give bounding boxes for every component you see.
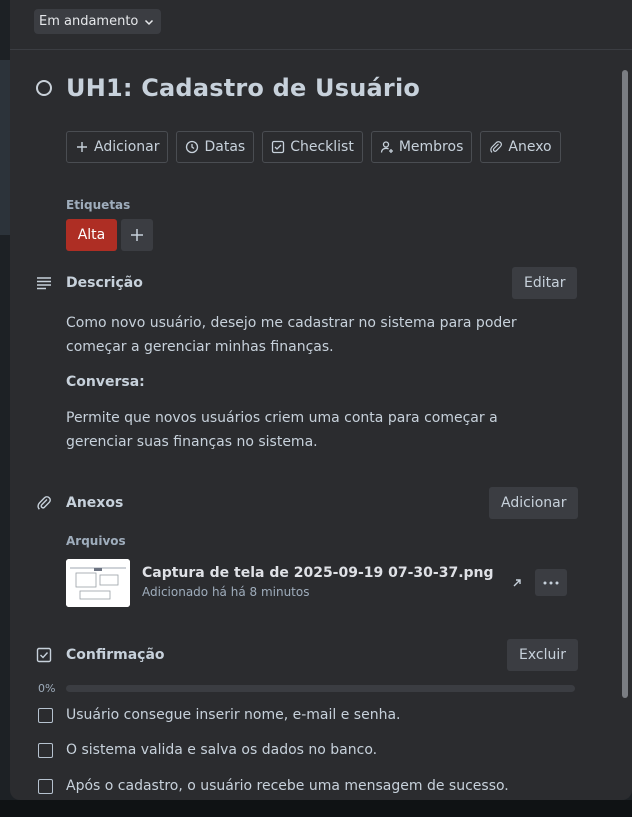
description-heading: Descrição: [66, 275, 143, 291]
dates-button-label: Datas: [204, 139, 246, 155]
card-detail-modal: Em andamento UH1: Cadastro de Usuário Ad…: [10, 0, 632, 800]
files-heading: Arquivos: [66, 534, 126, 548]
description-header: Descrição: [36, 275, 143, 291]
checklist-item-text[interactable]: Usuário consegue inserir nome, e-mail e …: [66, 707, 401, 723]
attachment-thumbnail[interactable]: [66, 559, 130, 607]
delete-checklist-button[interactable]: Excluir: [507, 639, 578, 671]
attachments-heading: Anexos: [66, 495, 124, 511]
status-label: Em andamento: [39, 14, 139, 29]
dates-button[interactable]: Datas: [176, 131, 255, 163]
plus-icon: [77, 142, 87, 152]
label-tag-alta[interactable]: Alta: [66, 219, 117, 251]
board-backdrop-bottom: [0, 800, 632, 817]
description-paragraph-2: Permite que novos usuários criem uma con…: [66, 410, 498, 450]
list-status-button[interactable]: Em andamento: [34, 9, 162, 34]
checklist-item-checkbox[interactable]: [38, 707, 53, 723]
paperclip-icon: [490, 141, 503, 153]
checklist-item-text[interactable]: O sistema valida e salva os dados no ban…: [66, 742, 377, 758]
checklist-item-checkbox[interactable]: [38, 742, 53, 758]
board-backdrop: [0, 60, 10, 235]
checklist-item[interactable]: Após o cadastro, o usuário recebe uma me…: [38, 778, 509, 794]
conversation-heading: Conversa:: [66, 374, 145, 390]
checklist-icon: [272, 140, 285, 154]
members-button[interactable]: Membros: [370, 131, 473, 163]
checklist-progress-bar: [66, 685, 575, 692]
attachment-button-label: Anexo: [508, 139, 552, 155]
checklist-item-checkbox[interactable]: [38, 778, 53, 794]
checklist-item[interactable]: O sistema valida e salva os dados no ban…: [38, 742, 377, 758]
attachment-button[interactable]: Anexo: [480, 131, 561, 163]
chevron-down-icon: [145, 19, 154, 25]
labels-heading: Etiquetas: [66, 198, 131, 212]
checklist-progress-label: 0%: [38, 682, 56, 695]
thumbnail-preview-icon: [66, 559, 130, 607]
checklist-item[interactable]: Usuário consegue inserir nome, e-mail e …: [38, 707, 401, 723]
card-actions: Adicionar Datas Checklist Membros Anexo: [66, 131, 561, 163]
paperclip-icon: [37, 496, 51, 510]
more-dots-icon: [543, 581, 559, 584]
plus-icon: [131, 229, 143, 241]
description-lines-icon: [37, 277, 51, 290]
clock-icon: [186, 140, 199, 154]
attachment-meta: Adicionado há há 8 minutos: [142, 585, 310, 599]
add-button-label: Adicionar: [94, 139, 160, 155]
complete-circle-icon[interactable]: [36, 80, 52, 96]
checklist-button[interactable]: Checklist: [262, 131, 363, 163]
open-external-icon[interactable]: [510, 576, 524, 590]
title-row: UH1: Cadastro de Usuário: [36, 74, 420, 102]
card-title[interactable]: UH1: Cadastro de Usuário: [66, 74, 420, 102]
checklist-button-label: Checklist: [290, 139, 354, 155]
scrollbar-thumb[interactable]: [622, 70, 628, 698]
attachment-file-name[interactable]: Captura de tela de 2025-09-19 07-30-37.p…: [142, 565, 494, 581]
card-header-bar: Em andamento: [10, 0, 632, 50]
attachment-more-button[interactable]: [535, 569, 567, 596]
checklist-header: Confirmação: [36, 647, 165, 663]
add-label-button[interactable]: [121, 219, 153, 251]
checklist-item-text[interactable]: Após o cadastro, o usuário recebe uma me…: [66, 778, 509, 794]
add-attachment-button[interactable]: Adicionar: [489, 487, 579, 519]
checklist-icon: [36, 647, 52, 663]
edit-description-button[interactable]: Editar: [512, 267, 578, 299]
attachments-header: Anexos: [36, 495, 123, 511]
add-member-icon: [380, 141, 393, 153]
members-button-label: Membros: [398, 139, 464, 155]
add-button[interactable]: Adicionar: [66, 131, 169, 163]
checklist-heading: Confirmação: [66, 647, 165, 663]
description-paragraph-1: Como novo usuário, desejo me cadastrar n…: [66, 315, 517, 355]
